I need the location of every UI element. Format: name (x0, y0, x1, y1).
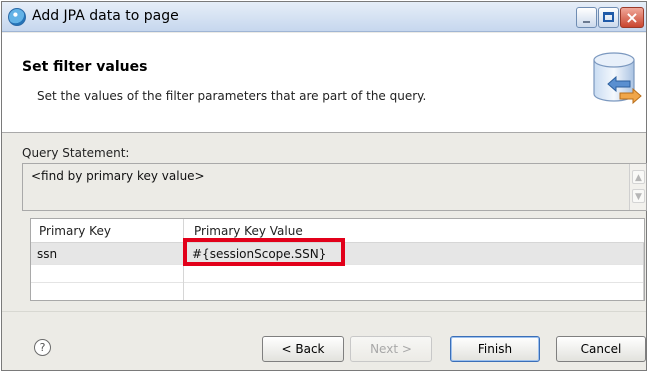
finish-button[interactable]: Finish (450, 336, 540, 362)
help-icon[interactable]: ? (34, 339, 51, 356)
cancel-button[interactable]: Cancel (556, 336, 646, 362)
page-title: Set filter values (22, 59, 148, 75)
primary-key-cell[interactable]: ssn (37, 247, 57, 261)
column-divider (643, 243, 644, 300)
close-icon: × (625, 8, 639, 27)
window-title: Add JPA data to page (32, 8, 179, 24)
filter-values-table[interactable]: Primary Key Primary Key Value ssn #{sess… (30, 218, 645, 301)
dialog-window: Add JPA data to page × Set filter values… (1, 1, 647, 371)
query-statement-text: <find by primary key value> (31, 169, 205, 183)
scroll-up-icon[interactable]: ▲ (632, 170, 645, 184)
maximize-button[interactable] (598, 7, 619, 28)
button-bar-divider (2, 311, 646, 312)
minimize-icon (583, 21, 590, 23)
page-description: Set the values of the filter parameters … (37, 89, 427, 103)
maximize-icon (603, 12, 614, 22)
query-label: Query Statement: (22, 146, 130, 160)
close-button[interactable]: × (620, 7, 644, 28)
highlight-box (183, 238, 345, 266)
column-header-primary-key[interactable]: Primary Key (39, 224, 111, 238)
title-bar[interactable]: Add JPA data to page × (2, 2, 646, 32)
header-banner: Set filter values Set the values of the … (2, 33, 646, 133)
back-button[interactable]: < Back (262, 336, 344, 362)
next-button[interactable]: Next > (350, 336, 432, 362)
query-scrollbar[interactable]: ▲ ▼ (629, 164, 646, 210)
minimize-button[interactable] (576, 7, 597, 28)
app-icon (8, 8, 26, 26)
query-statement-box[interactable]: <find by primary key value> ▲ ▼ (22, 163, 647, 211)
row-divider (31, 282, 644, 283)
scroll-down-icon[interactable]: ▼ (632, 189, 645, 203)
database-exchange-icon (593, 52, 642, 105)
column-header-primary-key-value[interactable]: Primary Key Value (194, 224, 303, 238)
